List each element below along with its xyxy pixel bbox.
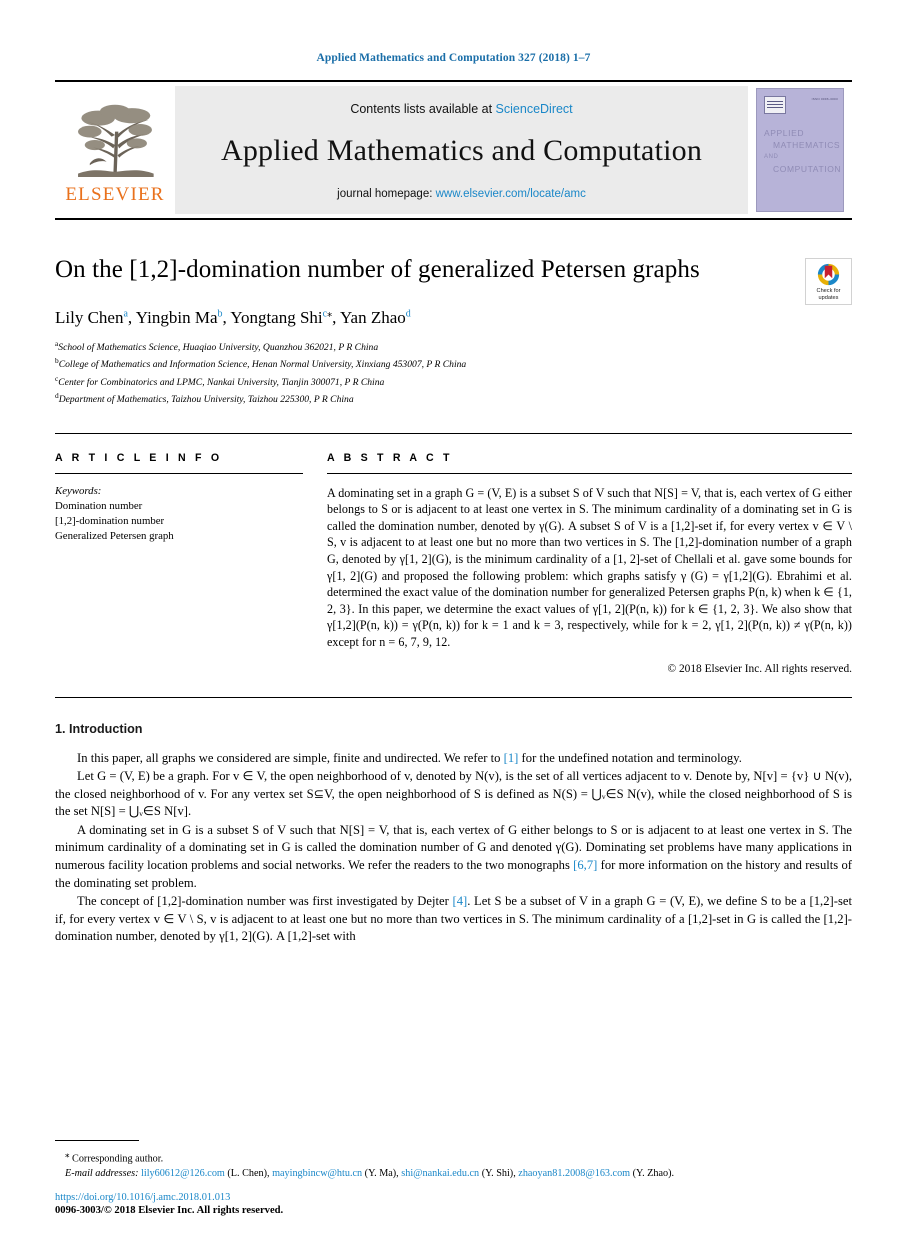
elsevier-logo: ELSEVIER: [55, 82, 175, 218]
crossmark-label: Check for updates: [817, 288, 841, 301]
cover-issn: ISSN 0096-3003: [811, 97, 838, 101]
affiliation-text: Center for Combinatorics and LPMC, Nanka…: [58, 376, 385, 388]
author-affil-marker: d: [405, 308, 411, 320]
affiliation-item: bCollege of Mathematics and Information …: [55, 354, 852, 371]
footnote-divider: [55, 1140, 139, 1142]
abstract-column: A B S T R A C T A dominating set in a gr…: [327, 452, 852, 675]
affiliation-text: Department of Mathematics, Taizhou Unive…: [58, 394, 354, 406]
cover-title-line3: AND: [764, 154, 779, 160]
keyword-item: Domination number: [55, 499, 143, 512]
doi-link[interactable]: https://doi.org/10.1016/j.amc.2018.01.01…: [55, 1192, 852, 1203]
crossmark-label-line1: Check for: [816, 288, 841, 295]
keyword-item: Generalized Petersen graph: [55, 529, 174, 542]
body-content: 1. Introduction In this paper, all graph…: [55, 722, 852, 947]
keywords-label: Keywords:: [55, 484, 102, 497]
email-link[interactable]: mayingbincw@htu.cn: [272, 1168, 362, 1179]
abstract-text: A dominating set in a graph G = (V, E) i…: [327, 485, 852, 649]
author-affil-marker: b: [217, 308, 223, 320]
cover-title-line2: MATHEMATICS: [773, 140, 841, 150]
corresponding-note-text: Corresponding author.: [72, 1153, 164, 1165]
email-link[interactable]: lily60612@126.com: [141, 1168, 225, 1179]
keywords-block: Keywords: Domination number [1,2]-domina…: [55, 484, 303, 544]
author-list: Lily Chena, Yingbin Mab, Yongtang Shic⁎,…: [55, 308, 411, 327]
affiliation-list: aSchool of Mathematics Science, Huaqiao …: [55, 337, 852, 407]
email-addresses-note: E-mail addresses: lily60612@126.com (L. …: [55, 1167, 852, 1182]
author-name[interactable]: Yongtang Shi: [230, 308, 322, 327]
elsevier-tree-icon: [78, 104, 154, 177]
corresponding-author-note: ⁎ Corresponding author.: [55, 1147, 852, 1167]
cover-image: ISSN 0096-3003 APPLIED MATHEMATICS AND C…: [756, 88, 844, 212]
corresponding-author-marker: ⁎: [327, 308, 333, 320]
journal-cover-thumbnail: ISSN 0096-3003 APPLIED MATHEMATICS AND C…: [748, 82, 852, 218]
abstract-rule: [327, 472, 852, 474]
contents-available-line: Contents lists available at ScienceDirec…: [350, 102, 572, 116]
page-footer: ⁎ Corresponding author. E-mail addresses…: [55, 1140, 852, 1216]
corresponding-note-marker: ⁎: [65, 1149, 70, 1160]
email-owner: (L. Chen),: [227, 1168, 270, 1180]
email-owner: (Y. Zhao).: [632, 1168, 675, 1180]
homepage-prefix: journal homepage:: [337, 188, 433, 200]
divider-above-article-info: [55, 432, 852, 434]
affiliation-item: dDepartment of Mathematics, Taizhou Univ…: [55, 389, 852, 406]
email-owner: (Y. Ma),: [364, 1168, 399, 1180]
journal-homepage-link[interactable]: www.elsevier.com/locate/amc: [436, 188, 586, 200]
check-for-updates-icon: [817, 263, 840, 286]
crossmark-badge[interactable]: Check for updates: [805, 258, 852, 305]
sciencedirect-link[interactable]: ScienceDirect: [496, 102, 573, 116]
email-owner: (Y. Shi),: [481, 1168, 516, 1180]
crossmark-label-line2: updates: [818, 294, 839, 301]
title-block: On the [1,2]-domination number of genera…: [55, 254, 852, 407]
paragraph: In this paper, all graphs we considered …: [77, 750, 742, 765]
masthead-center: Contents lists available at ScienceDirec…: [175, 86, 748, 214]
journal-homepage-line: journal homepage: www.elsevier.com/locat…: [337, 188, 586, 200]
paragraph: The concept of [1,2]-domination number w…: [55, 894, 852, 944]
info-abstract-row: A R T I C L E I N F O Keywords: Dominati…: [55, 452, 852, 675]
elsevier-wordmark: ELSEVIER: [65, 184, 165, 205]
paper-page: Applied Mathematics and Computation 327 …: [0, 0, 907, 1238]
journal-title: Applied Mathematics and Computation: [220, 134, 703, 167]
citation-link[interactable]: [1]: [504, 751, 519, 765]
cover-title-line4: COMPUTATION: [773, 164, 842, 174]
cover-title: APPLIED MATHEMATICS AND COMPUTATION: [764, 127, 842, 175]
author-name[interactable]: Lily Chen: [55, 308, 123, 327]
author-name[interactable]: Yingbin Ma: [136, 308, 218, 327]
paragraph: A dominating set in G is a subset S of V…: [55, 822, 853, 890]
section-heading-introduction: 1. Introduction: [55, 721, 143, 736]
paragraph: Let G = (V, E) be a graph. For v ∈ V, th…: [55, 769, 852, 819]
journal-masthead: ELSEVIER Contents lists available at Sci…: [55, 80, 852, 220]
article-info-column: A R T I C L E I N F O Keywords: Dominati…: [55, 452, 303, 544]
affiliation-text: School of Mathematics Science, Huaqiao U…: [58, 342, 379, 354]
citation-link[interactable]: [6,7]: [573, 858, 597, 872]
abstract-copyright: © 2018 Elsevier Inc. All rights reserved…: [667, 662, 852, 675]
email-link[interactable]: zhaoyan81.2008@163.com: [518, 1168, 630, 1179]
affiliation-item: aSchool of Mathematics Science, Huaqiao …: [55, 337, 852, 354]
article-info-rule: [55, 472, 303, 474]
citation-link[interactable]: [4]: [453, 894, 468, 908]
issn-copyright-line: 0096-3003/© 2018 Elsevier Inc. All right…: [55, 1205, 284, 1216]
cover-publisher-icon: [764, 96, 786, 114]
affiliation-item: cCenter for Combinatorics and LPMC, Nank…: [55, 372, 852, 389]
affiliation-text: College of Mathematics and Information S…: [58, 359, 467, 371]
page-title: On the [1,2]-domination number of genera…: [55, 256, 700, 283]
author-name[interactable]: Yan Zhao: [340, 308, 406, 327]
abstract-heading: A B S T R A C T: [327, 451, 453, 464]
contents-prefix: Contents lists available at: [350, 102, 493, 116]
article-info-heading: A R T I C L E I N F O: [55, 451, 223, 464]
author-affil-marker: a: [123, 308, 128, 320]
email-link[interactable]: shi@nankai.edu.cn: [401, 1168, 479, 1179]
divider-below-abstract: [55, 696, 852, 698]
keyword-item: [1,2]-domination number: [55, 514, 165, 527]
cover-title-line1: APPLIED: [764, 128, 805, 138]
email-label: E-mail addresses:: [65, 1168, 139, 1180]
running-head: Applied Mathematics and Computation 327 …: [316, 52, 591, 64]
